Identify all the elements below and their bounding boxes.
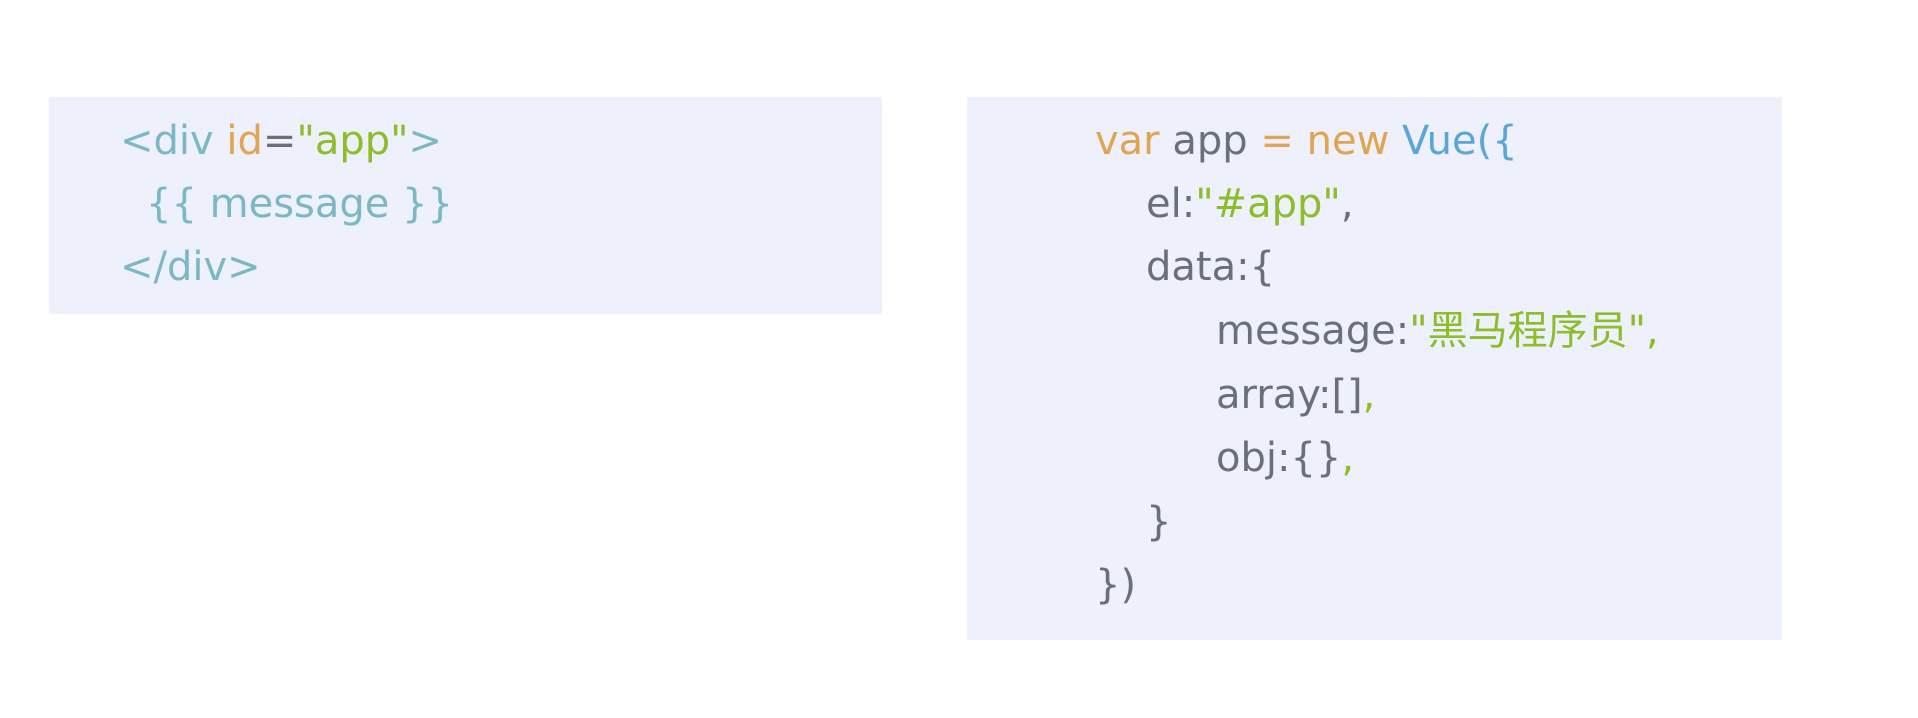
html-line-open-tag: <div id="app"> <box>120 117 442 165</box>
attr-name: id <box>226 118 263 164</box>
html-line-interpolation: {{ message }} <box>146 181 453 227</box>
js-line-1: var app = new Vue({ <box>1095 117 1518 165</box>
js-line-2: el:"#app", <box>1146 180 1354 228</box>
obj-key: obj:{} <box>1216 435 1342 481</box>
attr-eq: = <box>262 118 297 164</box>
obj-comma: , <box>1341 435 1355 481</box>
js-line-7: } <box>1146 499 1172 545</box>
var-keyword: var <box>1095 118 1160 164</box>
message-key: message: <box>1216 308 1410 354</box>
assign-op: = <box>1260 118 1294 164</box>
el-key: el: <box>1146 181 1196 227</box>
new-keyword: new <box>1293 118 1402 164</box>
array-key: array:[] <box>1216 372 1363 418</box>
attr-value: "app" <box>296 118 409 164</box>
el-comma: , <box>1340 181 1354 227</box>
el-value: "#app" <box>1195 181 1341 227</box>
open-tag-start: <div <box>120 118 227 164</box>
html-code-panel: <div id="app"> {{ message }} </div> <box>49 97 882 314</box>
js-line-4: message:"黑马程序员", <box>1216 307 1659 355</box>
html-line-close-tag: </div> <box>120 244 261 290</box>
array-comma: , <box>1362 372 1376 418</box>
js-line-3: data:{ <box>1146 244 1276 290</box>
vue-class: Vue <box>1402 118 1477 164</box>
js-line-5: array:[], <box>1216 371 1375 419</box>
open-paren-brace: ({ <box>1476 118 1518 164</box>
message-value: "黑马程序员" <box>1409 308 1647 354</box>
js-code-panel: var app = new Vue({ el:"#app", data:{ me… <box>967 97 1782 640</box>
open-tag-end: > <box>408 118 443 164</box>
message-comma: , <box>1646 308 1659 354</box>
var-name: app <box>1159 118 1261 164</box>
js-line-6: obj:{}, <box>1216 434 1354 482</box>
js-line-8: }) <box>1095 562 1137 608</box>
